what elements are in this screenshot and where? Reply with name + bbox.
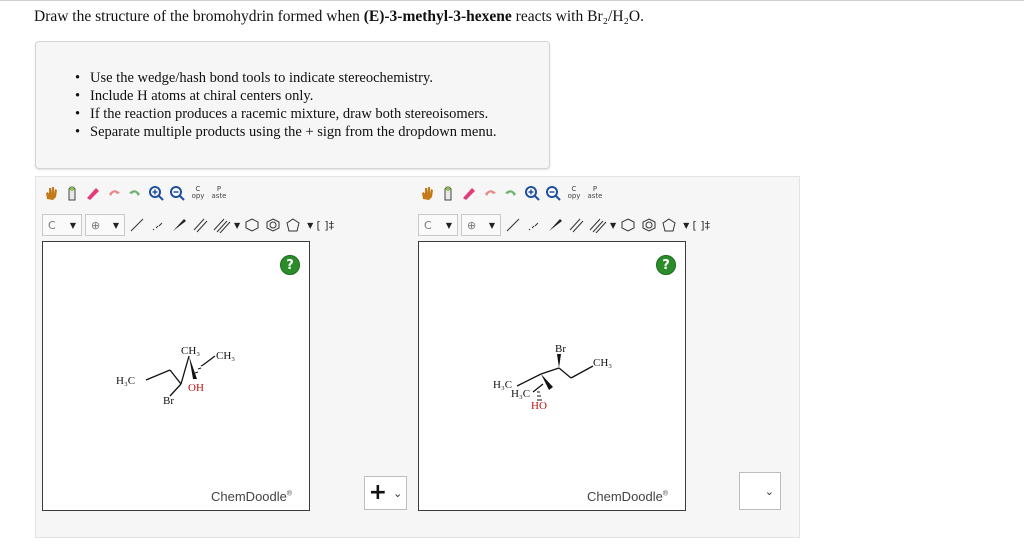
chevron-down-icon: ⌄ xyxy=(393,486,403,500)
brand-text: ChemDoodle xyxy=(587,489,663,504)
charge-select[interactable]: ⊕ ▼ xyxy=(85,214,125,236)
mol1-ch3-right: CH₃ xyxy=(216,350,235,362)
double-bond-icon[interactable] xyxy=(191,214,209,236)
question-text: Draw the structure of the bromohydrin fo… xyxy=(34,8,644,26)
eraser-icon[interactable] xyxy=(460,182,478,204)
triple-bond-icon[interactable]: ▼ xyxy=(588,214,616,236)
copy-button[interactable]: Copy xyxy=(565,182,583,204)
bracket-tool[interactable]: [ ]‡ xyxy=(316,214,335,236)
hand-icon[interactable] xyxy=(42,182,60,204)
undo-icon[interactable] xyxy=(105,182,123,204)
eraser-icon[interactable] xyxy=(84,182,102,204)
single-bond-icon[interactable] xyxy=(504,214,522,236)
drawing-canvas[interactable]: ? Br CH₃ H₃C H₃C HO ChemDoodle® xyxy=(418,241,686,511)
caret-down-icon: ▼ xyxy=(488,220,495,230)
zoom-out-icon[interactable] xyxy=(544,182,562,204)
element-select[interactable]: C ▼ xyxy=(418,214,458,236)
chemdoodle-brand: ChemDoodle® xyxy=(587,489,668,504)
paste-button[interactable]: Paste xyxy=(210,182,228,204)
triple-bond-icon[interactable]: ▼ xyxy=(212,214,240,236)
undo-icon[interactable] xyxy=(481,182,499,204)
paste-sublabel: aste xyxy=(211,192,227,200)
instruction-item: Include H atoms at chiral centers only. xyxy=(75,87,496,105)
redo-icon[interactable] xyxy=(502,182,520,204)
top-divider xyxy=(0,0,1024,1)
instructions-panel: Use the wedge/hash bond tools to indicat… xyxy=(35,41,550,169)
caret-down-icon: ▼ xyxy=(307,220,314,230)
caret-down-icon: ▼ xyxy=(683,220,690,230)
benzene-icon[interactable] xyxy=(264,214,282,236)
cyclopentane-icon[interactable]: ▼ xyxy=(661,214,689,236)
charge-symbol: ⊕ xyxy=(91,218,101,232)
hash-bond-icon[interactable] xyxy=(525,214,543,236)
charge-select[interactable]: ⊕ ▼ xyxy=(461,214,501,236)
cyclohexane-icon[interactable] xyxy=(619,214,637,236)
drawing-canvas[interactable]: ? CH₃ CH₃ H₃C OH Br ChemDoodle® xyxy=(42,241,310,511)
chevron-down-icon: ⌄ xyxy=(764,485,774,498)
cyclohexane-icon[interactable] xyxy=(243,214,261,236)
question-compound: (E)-3-methyl-3-hexene xyxy=(363,8,512,25)
copy-button[interactable]: Copy xyxy=(189,182,207,204)
charge-symbol: ⊕ xyxy=(467,218,477,232)
mol1-ch3-top: CH₃ xyxy=(181,345,200,357)
wedge-bond-icon[interactable] xyxy=(170,214,188,236)
zoom-in-icon[interactable] xyxy=(523,182,541,204)
zoom-in-icon[interactable] xyxy=(147,182,165,204)
mol2-h3c-left: H₃C xyxy=(493,379,512,391)
mol1-br: Br xyxy=(163,395,174,407)
lasso-icon[interactable] xyxy=(439,182,457,204)
toolbar-row-2: C ▼ ⊕ ▼ ▼ ▼ [ ]‡ xyxy=(418,212,710,238)
hash-bond-icon[interactable] xyxy=(149,214,167,236)
paste-sublabel: aste xyxy=(587,192,603,200)
chemdoodle-brand: ChemDoodle® xyxy=(211,489,292,504)
caret-down-icon: ▼ xyxy=(112,220,119,230)
mol2-ho: HO xyxy=(531,400,547,412)
paste-button[interactable]: Paste xyxy=(586,182,604,204)
toolbar-row-2: C ▼ ⊕ ▼ ▼ ▼ [ ]‡ xyxy=(42,212,334,238)
product-separator-select[interactable]: + ⌄ xyxy=(364,476,407,510)
mol2-br: Br xyxy=(555,343,566,355)
benzene-icon[interactable] xyxy=(640,214,658,236)
caret-down-icon: ▼ xyxy=(234,220,241,230)
mol2-ch3-right: CH₃ xyxy=(593,357,612,369)
brand-text: ChemDoodle xyxy=(211,489,287,504)
product-separator-select-2[interactable]: ⌄ xyxy=(739,472,781,510)
mol1-h3c-left: H₃C xyxy=(116,375,135,387)
redo-icon[interactable] xyxy=(126,182,144,204)
mol1-oh: OH xyxy=(188,382,204,394)
copy-sublabel: opy xyxy=(191,192,205,200)
copy-sublabel: opy xyxy=(567,192,581,200)
toolbar-row-1: Copy Paste xyxy=(418,180,604,206)
double-bond-icon[interactable] xyxy=(567,214,585,236)
instruction-item: Use the wedge/hash bond tools to indicat… xyxy=(75,69,496,87)
caret-down-icon: ▼ xyxy=(445,220,452,230)
question-suffix: reacts with Br₂/H₂O. xyxy=(511,8,644,25)
mol2-h3c-inner: H₃C xyxy=(511,388,530,400)
wedge-bond-icon[interactable] xyxy=(546,214,564,236)
instruction-item: If the reaction produces a racemic mixtu… xyxy=(75,105,496,123)
cyclopentane-icon[interactable]: ▼ xyxy=(285,214,313,236)
brand-mark: ® xyxy=(662,490,669,498)
instructions-list: Use the wedge/hash bond tools to indicat… xyxy=(75,69,496,141)
hand-icon[interactable] xyxy=(418,182,436,204)
caret-down-icon: ▼ xyxy=(610,220,617,230)
single-bond-icon[interactable] xyxy=(128,214,146,236)
plus-sign: + xyxy=(368,480,388,505)
question-prefix: Draw the structure of the bromohydrin fo… xyxy=(34,8,364,25)
element-select-value: C xyxy=(424,218,432,232)
brand-mark: ® xyxy=(286,490,293,498)
zoom-out-icon[interactable] xyxy=(168,182,186,204)
toolbar-row-1: Copy Paste xyxy=(42,180,228,206)
caret-down-icon: ▼ xyxy=(69,220,76,230)
molecule-2: Br CH₃ H₃C H₃C HO xyxy=(493,343,612,412)
molecule-1: CH₃ CH₃ H₃C OH Br xyxy=(116,345,235,407)
bracket-tool[interactable]: [ ]‡ xyxy=(692,214,711,236)
instruction-item: Separate multiple products using the + s… xyxy=(75,123,496,141)
element-select[interactable]: C ▼ xyxy=(42,214,82,236)
lasso-icon[interactable] xyxy=(63,182,81,204)
element-select-value: C xyxy=(48,218,56,232)
